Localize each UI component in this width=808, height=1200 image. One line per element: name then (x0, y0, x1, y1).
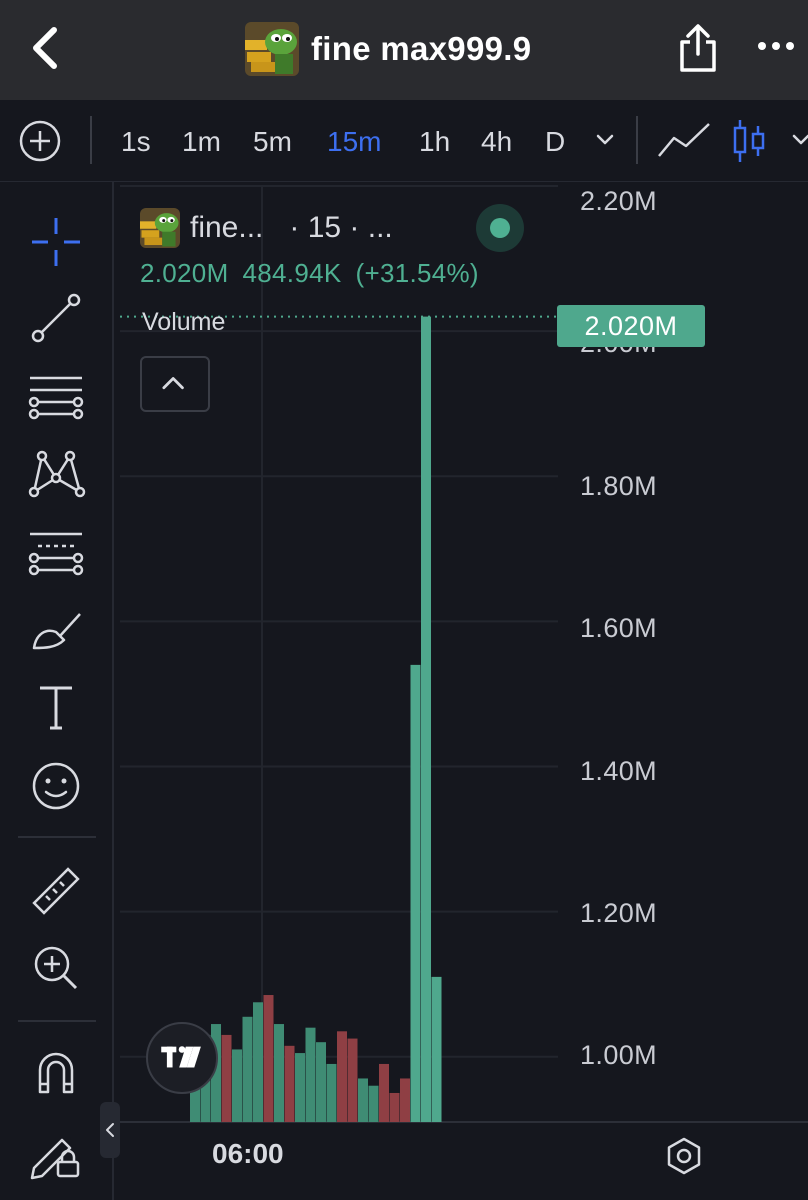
market-status-indicator (476, 204, 524, 252)
volume-bar (368, 1085, 379, 1122)
last-value-tag: 2.020M (557, 305, 705, 347)
legend-change-value: 484.94K (242, 258, 342, 288)
volume-bar (326, 1063, 337, 1122)
volume-bar (263, 995, 274, 1122)
chevron-left-icon (106, 1123, 114, 1137)
token-avatar (140, 208, 180, 248)
volume-bar (232, 1049, 242, 1122)
tradingview-logo[interactable] (146, 1022, 218, 1094)
volume-bar (337, 1031, 347, 1122)
volume-bar (379, 1063, 389, 1122)
volume-bar (295, 1053, 305, 1122)
volume-bar (242, 1016, 253, 1122)
legend-symbol: fine... (190, 211, 264, 244)
volume-chart (120, 185, 808, 1123)
volume-bar (253, 1002, 263, 1122)
volume-bar (316, 1042, 326, 1122)
chart-settings-icon[interactable] (664, 1136, 704, 1176)
legend-volume-value: 2.020M (140, 258, 229, 288)
volume-bar (410, 664, 421, 1122)
sidebar-collapse-handle[interactable] (100, 1102, 120, 1158)
y-axis-tick-label: 1.40M (580, 756, 658, 786)
y-axis-tick-label: 1.20M (580, 898, 658, 928)
y-axis-tick-label: 1.00M (580, 1040, 658, 1070)
volume-bar (347, 1038, 358, 1122)
volume-bar (421, 316, 431, 1123)
volume-bar (284, 1045, 295, 1122)
legend-values: 2.020M 484.94K (+31.54%) (140, 258, 479, 289)
indicator-label: Volume (142, 308, 226, 336)
volume-bar (400, 1078, 410, 1122)
y-axis-tick-label: 1.80M (580, 471, 658, 501)
chevron-up-icon (162, 377, 184, 390)
collapse-legend-button[interactable] (140, 356, 210, 412)
tradingview-icon (161, 1046, 201, 1068)
legend-change-percent: (+31.54%) (355, 258, 479, 288)
chart-legend[interactable]: fine... · 15 · ... (140, 204, 393, 252)
volume-bar (389, 1092, 400, 1122)
volume-bar (305, 1027, 316, 1122)
volume-bar (274, 1024, 284, 1122)
y-axis-tick-label: 1.60M (580, 613, 658, 643)
volume-bar (221, 1034, 232, 1122)
volume-bar (358, 1078, 368, 1122)
y-axis-tick-label: 2.20M (580, 186, 658, 216)
legend-interval: · 15 · ... (289, 211, 393, 244)
volume-bar (431, 976, 442, 1122)
x-axis-time-label: 06:00 (212, 1138, 284, 1169)
